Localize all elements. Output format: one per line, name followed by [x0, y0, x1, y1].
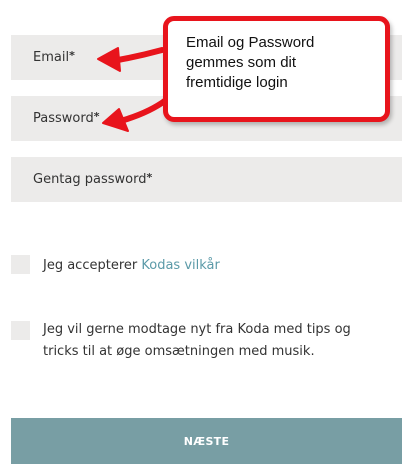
terms-label: Jeg accepterer Kodas vilkår [43, 255, 220, 277]
callout-line-2: gemmes som dit [186, 54, 297, 71]
required-mark: * [146, 171, 153, 184]
annotation-callout: Email og Password gemmes som dit fremtid… [163, 16, 390, 122]
next-button[interactable]: NÆSTE [11, 418, 402, 464]
newsletter-line-2: tricks til at øge omsætningen med musik. [43, 344, 315, 359]
terms-checkbox[interactable] [11, 255, 30, 274]
newsletter-line-1: Jeg vil gerne modtage nyt fra Koda med t… [43, 322, 351, 337]
newsletter-checkbox[interactable] [11, 321, 30, 340]
repeat-password-label: Gentag password [33, 172, 147, 187]
callout-line-3: fremtidige login [186, 74, 288, 91]
callout-line-1: Email og Password [186, 34, 315, 51]
password-label: Password [33, 111, 94, 126]
email-label: Email [33, 50, 70, 65]
repeat-password-field[interactable]: Gentag password * [11, 157, 402, 202]
required-mark: * [69, 49, 75, 62]
terms-text: Jeg accepterer [43, 258, 142, 273]
required-mark: * [93, 110, 100, 123]
newsletter-label: Jeg vil gerne modtage nyt fra Koda med t… [43, 319, 351, 363]
terms-link[interactable]: Kodas vilkår [141, 258, 219, 273]
